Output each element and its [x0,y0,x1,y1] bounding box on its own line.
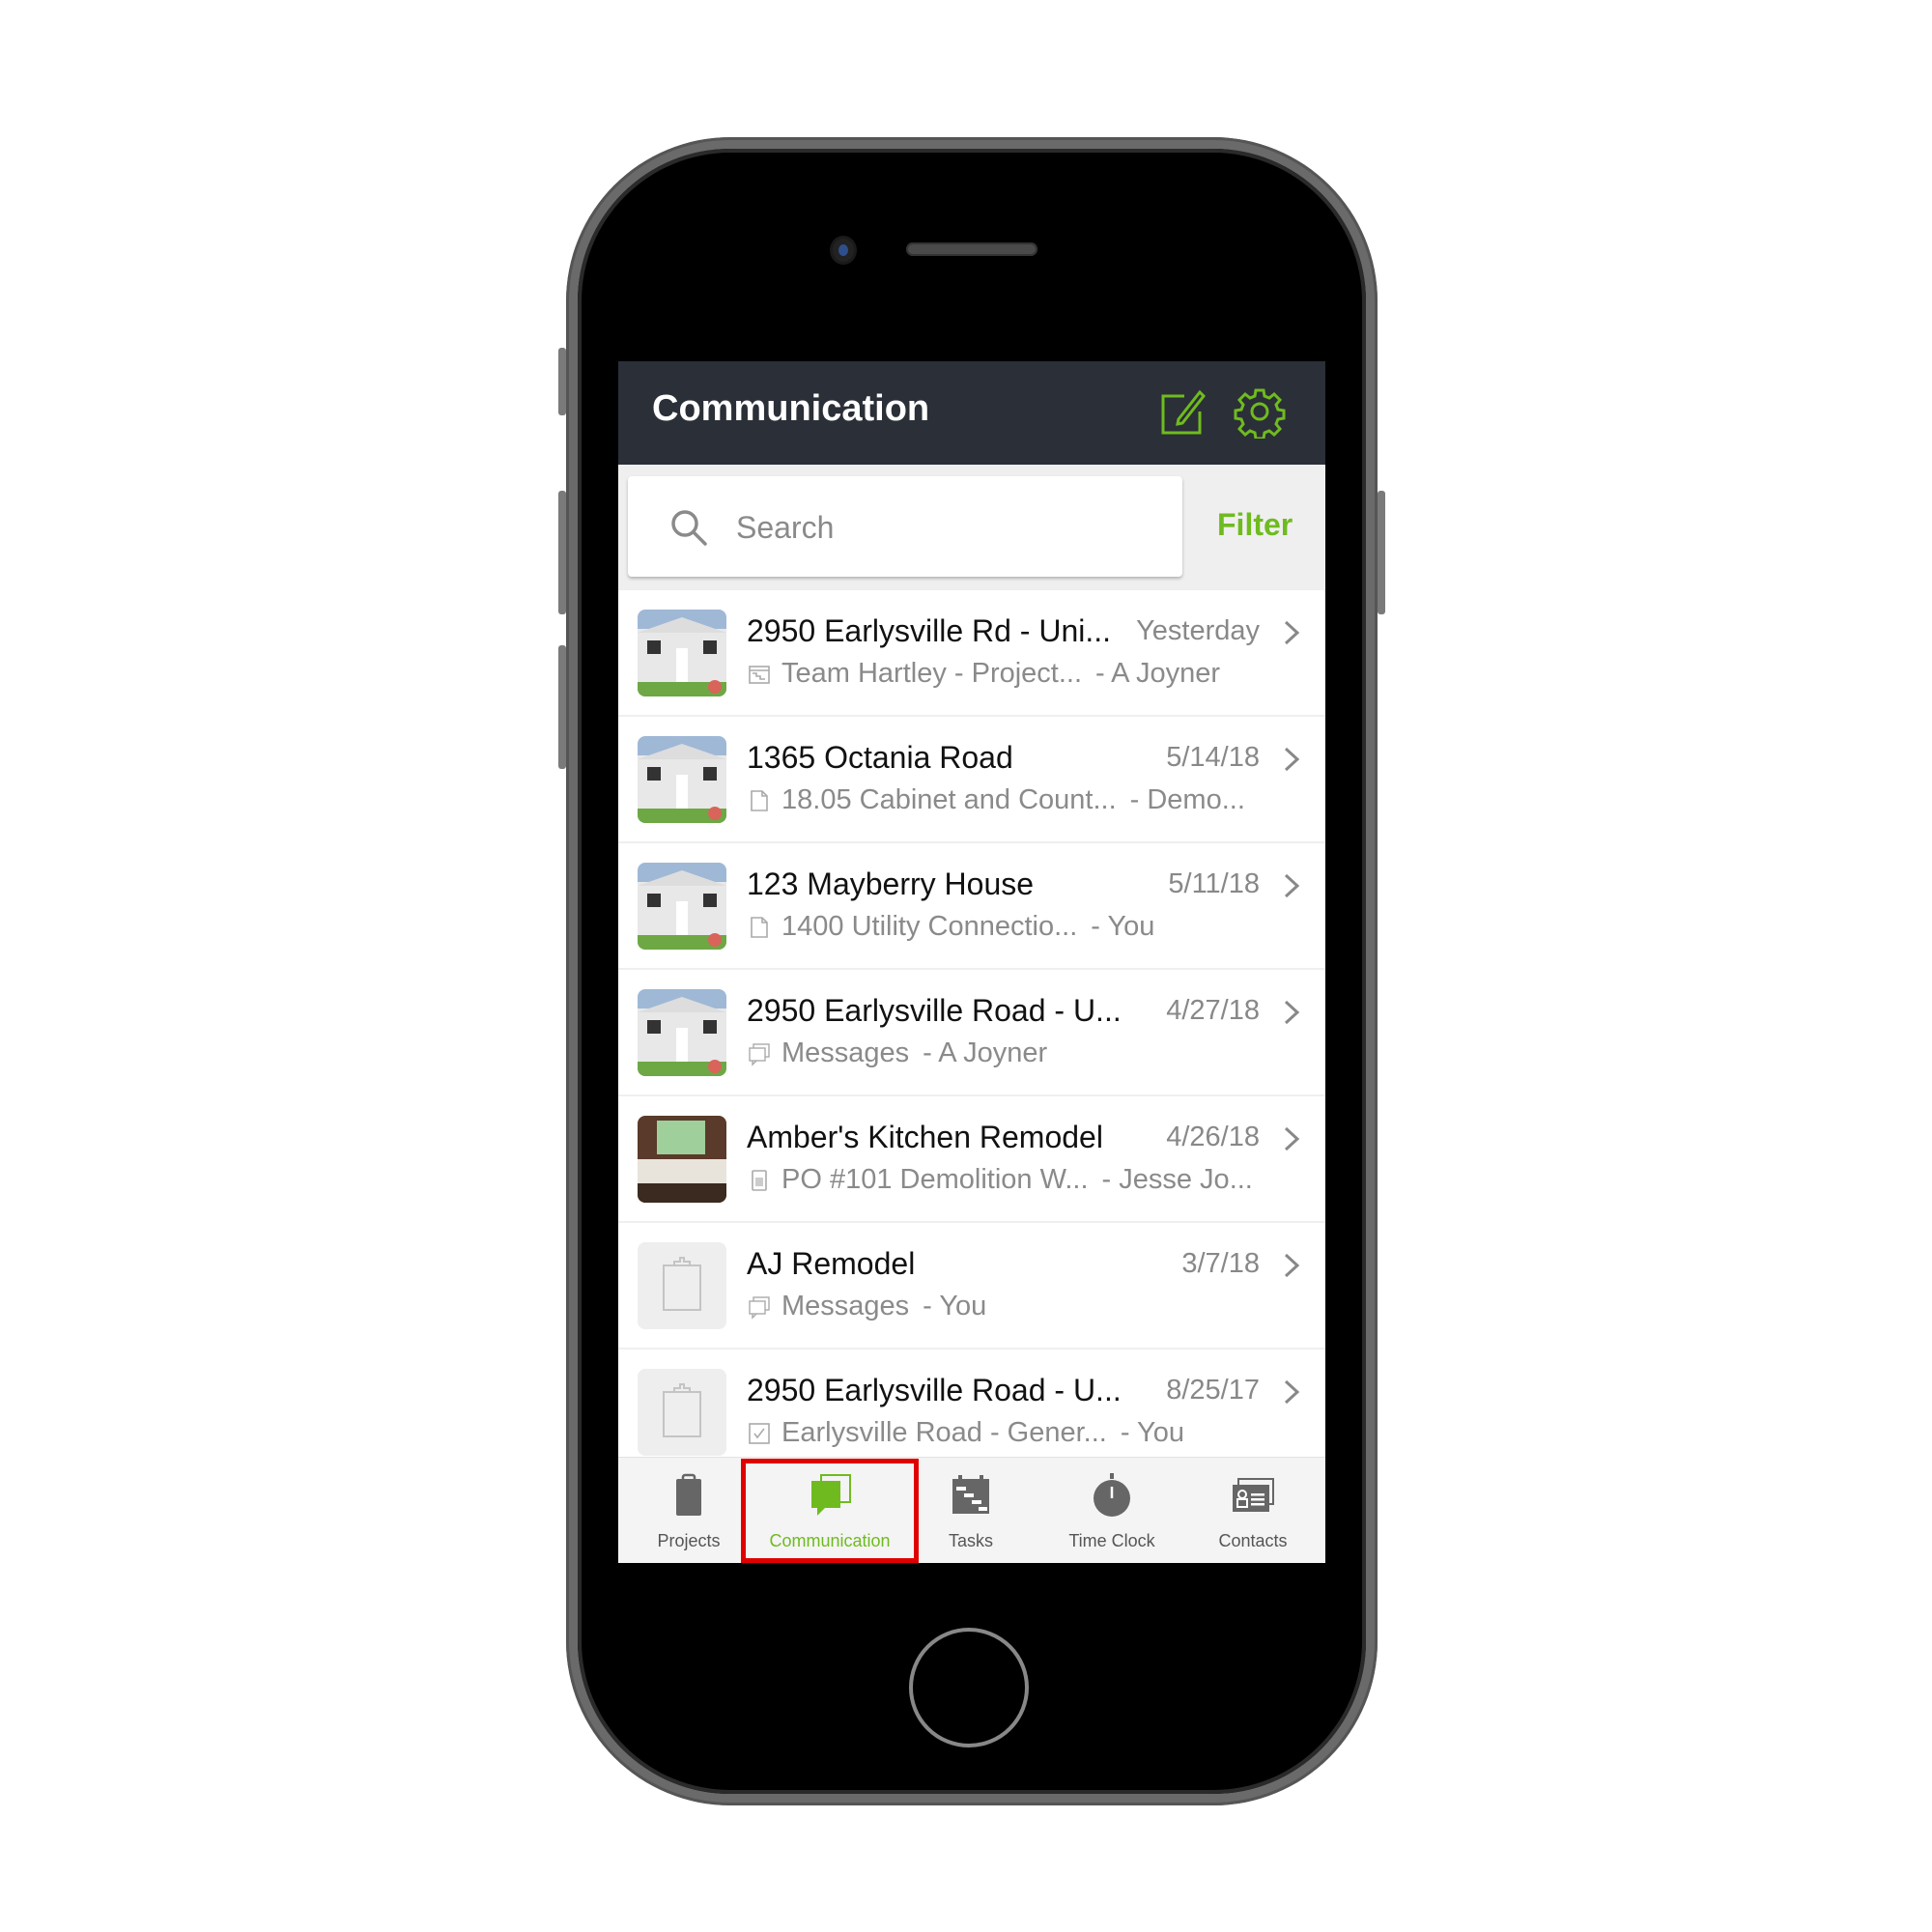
conversation-date: 4/27/18 [1166,995,1260,1026]
conversation-date: 3/7/18 [1181,1248,1260,1279]
filter-button[interactable]: Filter [1217,507,1293,543]
chevron-right-icon [1284,747,1300,772]
page-title: Communication [652,388,930,429]
house-photo [638,989,726,1076]
conversation-subject: Messages [781,1037,910,1068]
mute-switch [558,348,566,415]
document-icon [751,916,768,938]
conversation-title: 1365 Octania Road [747,740,1013,775]
conversation-row[interactable]: AJ Remodel 3/7/18 Messages - You [618,1223,1325,1350]
conversation-row[interactable]: Amber's Kitchen Remodel 4/26/18 PO #101 De… [618,1096,1325,1223]
conversation-title: 2950 Earlysville Road - U... [747,1373,1122,1407]
chevron-right-icon [1284,873,1300,898]
checkbox-icon [749,1422,770,1444]
schedule-icon [749,665,770,684]
tab-label: Contacts [1218,1531,1288,1550]
conversation-date: 5/14/18 [1166,742,1260,773]
search-icon [671,510,707,546]
message-icon [749,1042,770,1066]
compose-icon[interactable] [1155,384,1209,439]
conversation-date: 5/11/18 [1168,868,1260,899]
conversation-subtitle: Team Hartley - Project... - A Joyner [747,658,1220,690]
chevron-right-icon [1284,1379,1300,1405]
conversation-author: - A Joyner [1095,658,1220,689]
conversation-subtitle: Messages - A Joyner [747,1037,1047,1069]
conversation-list: 2950 Earlysville Rd - Uni... Yesterday Tea… [618,590,1325,1476]
earpiece-speaker [906,242,1037,256]
chevron-right-icon [1284,620,1300,645]
tab-contacts[interactable]: Contacts [1182,1458,1323,1563]
gear-icon[interactable] [1233,384,1287,439]
conversation-title: 2950 Earlysville Rd - Uni... [747,613,1112,648]
stopwatch-icon [1094,1473,1130,1517]
clipboard-placeholder [638,1369,726,1456]
conversation-row[interactable]: 123 Mayberry House 5/11/18 1400 Utility Co… [618,843,1325,970]
purchase-order-icon [752,1169,767,1191]
home-button[interactable] [909,1628,1029,1747]
search-input[interactable] [734,503,1163,552]
conversation-author: - You [1120,1417,1184,1448]
conversation-subject: 1400 Utility Connectio... [781,911,1078,942]
contact-card-icon [1233,1478,1274,1512]
tasks-calendar-icon [952,1475,989,1514]
tab-tasks[interactable]: Tasks [900,1458,1041,1563]
power-button [1378,491,1385,614]
conversation-subtitle: 18.05 Cabinet and Count... - Demo... [747,784,1245,816]
house-photo [638,863,726,950]
conversation-title: 123 Mayberry House [747,867,1035,901]
app-screen: Communication Filter 2950 Earlysville Rd… [618,361,1325,1563]
tab-label: Tasks [948,1531,993,1550]
conversation-title: 2950 Earlysville Road - U... [747,993,1122,1028]
chevron-right-icon [1284,1126,1300,1151]
tab-label: Time Clock [1068,1531,1155,1550]
conversation-date: 8/25/17 [1166,1375,1260,1406]
house-photo [638,610,726,696]
search-bar: Filter [618,465,1325,590]
front-camera [833,239,854,262]
conversation-subtitle: Messages - You [747,1291,986,1322]
app-header: Communication [618,361,1325,465]
conversation-subject: 18.05 Cabinet and Count... [781,784,1117,815]
chevron-right-icon [1284,1253,1300,1278]
conversation-subject: Earlysville Road - Gener... [781,1417,1107,1448]
conversation-subject: Messages [781,1291,910,1321]
conversation-title: AJ Remodel [747,1246,916,1281]
conversation-row[interactable]: 1365 Octania Road 5/14/18 18.05 Cabinet an… [618,717,1325,843]
conversation-subject: PO #101 Demolition W... [781,1164,1089,1195]
tab-projects[interactable]: Projects [618,1458,759,1563]
volume-up-button [558,491,566,614]
conversation-subtitle: PO #101 Demolition W... - Jesse Jo... [747,1164,1253,1196]
message-icon [749,1295,770,1320]
conversation-author: - You [923,1291,987,1321]
conversation-author: - A Joyner [923,1037,1048,1068]
conversation-row[interactable]: 2950 Earlysville Rd - Uni... Yesterday Tea… [618,590,1325,717]
conversation-author: - Jesse Jo... [1101,1164,1253,1195]
conversation-title: Amber's Kitchen Remodel [747,1120,1103,1154]
clipboard-icon [676,1473,701,1516]
conversation-subtitle: Earlysville Road - Gener... - You [747,1417,1184,1449]
house-photo [638,736,726,823]
tab-label: Projects [657,1531,721,1550]
conversation-row[interactable]: 2950 Earlysville Road - U... 4/27/18 Messa… [618,970,1325,1096]
conversation-subject: Team Hartley - Project... [781,658,1083,689]
volume-down-button [558,645,566,769]
chevron-right-icon [1284,1000,1300,1025]
conversation-subtitle: 1400 Utility Connectio... - You [747,911,1154,943]
bottom-tab-bar: Projects Communication Tasks Time Clock … [618,1457,1325,1563]
conversation-date: 4/26/18 [1166,1122,1260,1152]
kitchen-photo [638,1116,726,1203]
search-field[interactable] [628,476,1182,577]
conversation-author: - Demo... [1129,784,1245,815]
tab-time-clock[interactable]: Time Clock [1041,1458,1182,1563]
conversation-date: Yesterday [1136,615,1260,646]
clipboard-placeholder [638,1242,726,1329]
highlight-box [741,1459,919,1563]
conversation-author: - You [1091,911,1155,942]
document-icon [751,789,768,811]
